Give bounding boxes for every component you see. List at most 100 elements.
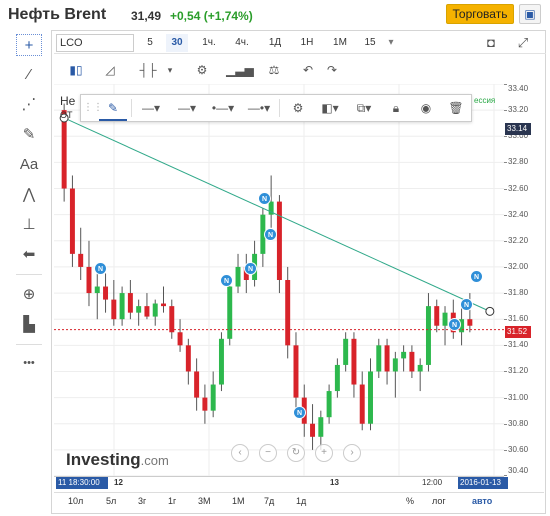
- candle-down: [127, 293, 133, 313]
- ruler-icon[interactable]: ▙: [16, 314, 42, 336]
- candle-down: [69, 188, 75, 254]
- compare-icon[interactable]: ⚖: [262, 60, 286, 80]
- timeframe-30[interactable]: 30: [166, 34, 188, 52]
- range-3y[interactable]: 3г: [138, 496, 146, 506]
- news-badge-icon[interactable]: N: [264, 228, 277, 241]
- camera-icon[interactable]: ◘: [480, 34, 502, 52]
- timeframe-1m[interactable]: 1М: [328, 34, 352, 52]
- range-1d[interactable]: 1д: [296, 496, 306, 506]
- percent-toggle[interactable]: %: [406, 496, 414, 506]
- tool-divider: [16, 344, 42, 345]
- fib-icon[interactable]: ⋰: [16, 94, 42, 116]
- range-1y[interactable]: 1г: [168, 496, 176, 506]
- candle-up: [401, 351, 407, 359]
- timeframe-1w[interactable]: 1Н: [296, 34, 318, 52]
- candle-up: [326, 391, 332, 418]
- news-badge-icon[interactable]: N: [448, 318, 461, 331]
- line-style-icon[interactable]: —▾: [135, 95, 167, 121]
- news-badge-icon[interactable]: N: [470, 270, 483, 283]
- price-tick-mark: [504, 162, 507, 164]
- lock-icon[interactable]: 🔒︎: [383, 95, 409, 121]
- drawing-tools-sidebar: + ⁄ ⋰ ✎ Aa ⋀ ⊥ ⬅ ⊕ ▙ •••: [6, 30, 52, 514]
- candles-icon[interactable]: ▮▯: [64, 60, 88, 80]
- visibility-icon[interactable]: ◉: [413, 95, 439, 121]
- text-icon[interactable]: Aa: [16, 154, 42, 176]
- price-tick-mark: [504, 136, 507, 138]
- fullscreen-icon[interactable]: ⤢: [512, 34, 534, 52]
- range-5y[interactable]: 5л: [106, 496, 116, 506]
- candle-up: [227, 286, 233, 339]
- candle-up: [210, 384, 216, 411]
- scroll-left-icon[interactable]: ‹: [231, 444, 249, 462]
- candle-down: [467, 319, 473, 326]
- price-axis: 33.40 33.20 33.00 32.80 32.60 32.40 32.20 32.00…: [504, 84, 544, 476]
- timeframe-1d[interactable]: 1Д: [264, 34, 286, 52]
- candle-down: [384, 345, 390, 372]
- drag-handle-icon[interactable]: ⋮⋮: [83, 95, 103, 121]
- settings-icon[interactable]: ⚙: [285, 95, 311, 121]
- line-arrow-icon[interactable]: —•▾: [243, 95, 275, 121]
- line-width-icon[interactable]: —▾: [171, 95, 203, 121]
- candle-down: [202, 397, 208, 411]
- candle-down: [434, 306, 440, 326]
- price-tick: 31.00: [508, 392, 529, 402]
- line-ends-icon[interactable]: •—▾: [207, 95, 239, 121]
- undo-icon[interactable]: ↶: [296, 60, 320, 80]
- news-badge-icon[interactable]: N: [244, 262, 257, 275]
- measure-icon[interactable]: ⊥: [16, 214, 42, 236]
- candle-down: [359, 384, 365, 424]
- news-badge-icon[interactable]: N: [258, 192, 271, 205]
- chart-widget: Нефть Brent 31,49 +0,54 (+1,74%) Торгова…: [0, 0, 550, 516]
- price-tick: 32.00: [508, 261, 529, 271]
- candle-down: [161, 303, 166, 307]
- crosshair-icon[interactable]: +: [16, 34, 42, 56]
- price-tick: 30.80: [508, 418, 529, 428]
- dropdown-icon[interactable]: ▾: [162, 60, 178, 80]
- chevron-down-icon[interactable]: ▾: [384, 34, 398, 52]
- range-10y[interactable]: 10л: [68, 496, 83, 506]
- price-plot[interactable]: [54, 84, 504, 476]
- price-tick-mark: [504, 345, 507, 347]
- brush-icon[interactable]: ✎: [16, 124, 42, 146]
- news-badge-icon[interactable]: N: [460, 298, 473, 311]
- portfolio-add-icon[interactable]: ▣: [519, 4, 541, 24]
- reset-icon[interactable]: ↻: [287, 444, 305, 462]
- news-badge-icon[interactable]: N: [94, 262, 107, 275]
- pencil-icon[interactable]: ✎: [99, 95, 127, 121]
- zoom-out-icon[interactable]: −: [259, 444, 277, 462]
- scroll-right-icon[interactable]: ›: [343, 444, 361, 462]
- news-badge-icon[interactable]: N: [220, 274, 233, 287]
- trade-button[interactable]: Торговать: [446, 4, 514, 24]
- news-badge-icon[interactable]: N: [293, 406, 306, 419]
- bars-icon[interactable]: ┤├: [136, 60, 160, 80]
- timeframe-5[interactable]: 5: [140, 34, 160, 52]
- range-7d[interactable]: 7д: [264, 496, 274, 506]
- trash-icon[interactable]: 🗑︎: [443, 95, 469, 121]
- timeframe-4h[interactable]: 4ч.: [230, 34, 254, 52]
- visual-order-icon[interactable]: ◧▾: [315, 95, 345, 121]
- redo-icon[interactable]: ↷: [320, 60, 344, 80]
- more-icon[interactable]: •••: [16, 352, 42, 374]
- interval-select[interactable]: 15: [360, 34, 380, 52]
- candle-down: [293, 345, 299, 398]
- clone-icon[interactable]: ⧉▾: [349, 95, 379, 121]
- price-tick: 31.80: [508, 288, 529, 298]
- trendline-icon[interactable]: ⁄: [16, 64, 42, 86]
- zoom-in-icon[interactable]: +: [315, 444, 333, 462]
- range-1m[interactable]: 1М: [232, 496, 245, 506]
- settings-icon[interactable]: ⚙: [190, 60, 214, 80]
- trendline-handle: [485, 306, 495, 316]
- timeframe-1h[interactable]: 1ч.: [198, 34, 220, 52]
- area-chart-icon[interactable]: ◿: [98, 60, 122, 80]
- pattern-icon[interactable]: ⋀: [16, 184, 42, 206]
- price-tick-mark: [504, 293, 507, 295]
- range-3m[interactable]: 3М: [198, 496, 211, 506]
- zoom-icon[interactable]: ⊕: [16, 284, 42, 306]
- indicators-icon[interactable]: ▁▃▅: [226, 60, 254, 80]
- candle-up: [318, 417, 324, 437]
- candle-up: [152, 303, 158, 317]
- symbol-input[interactable]: [56, 34, 134, 52]
- arrow-left-icon[interactable]: ⬅: [16, 244, 42, 266]
- log-toggle[interactable]: лог: [432, 496, 446, 506]
- auto-toggle[interactable]: авто: [472, 496, 492, 506]
